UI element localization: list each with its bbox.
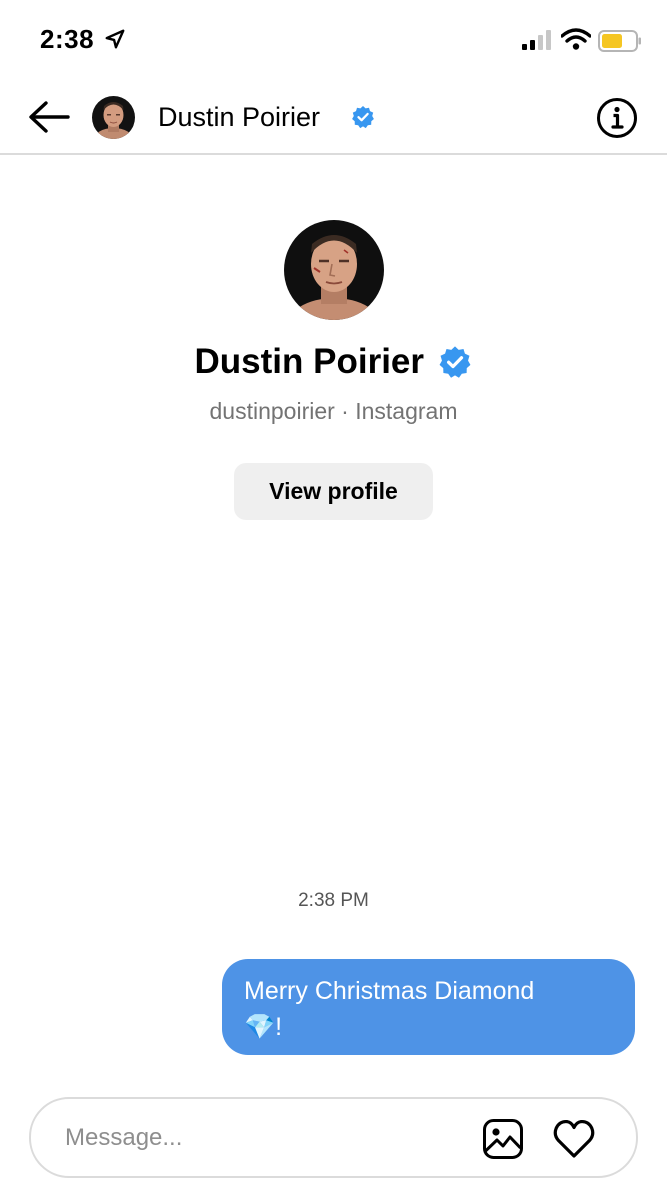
header-avatar[interactable] [92,96,135,139]
status-time: 2:38 [40,24,95,54]
heart-icon[interactable] [552,1118,596,1160]
chat-header: Dustin Poirier [0,80,667,155]
sent-message-bubble[interactable]: Merry Christmas Diamond 💎! [222,959,635,1055]
profile-name: Dustin Poirier [194,342,425,381]
profile-subtitle: dustinpoirier · Instagram [209,398,458,424]
verified-badge-icon [352,106,374,129]
message-composer [29,1097,638,1178]
view-profile-button[interactable]: View profile [234,463,433,520]
info-icon[interactable] [596,97,638,139]
dm-screen: 2:38 Dustin Poirier Dustin Poirier dusti… [0,0,667,1200]
back-arrow-icon[interactable] [26,95,72,139]
verified-badge-icon [440,346,471,378]
status-bar: 2:38 [0,0,667,80]
battery-icon [598,30,641,52]
location-arrow-icon [105,29,125,49]
profile-name-row: Dustin Poirier [0,342,667,382]
header-username[interactable]: Dustin Poirier [158,102,320,133]
diamond-emoji: 💎 [244,1013,276,1041]
message-timestamp: 2:38 PM [298,890,369,911]
message-input[interactable] [65,1119,465,1157]
message-text: Merry Christmas Diamond [244,977,535,1005]
signal-icon [522,30,551,50]
profile-avatar[interactable] [284,220,384,320]
message-suffix: ! [275,1013,283,1041]
gallery-icon[interactable] [482,1118,524,1160]
wifi-icon [561,28,591,50]
